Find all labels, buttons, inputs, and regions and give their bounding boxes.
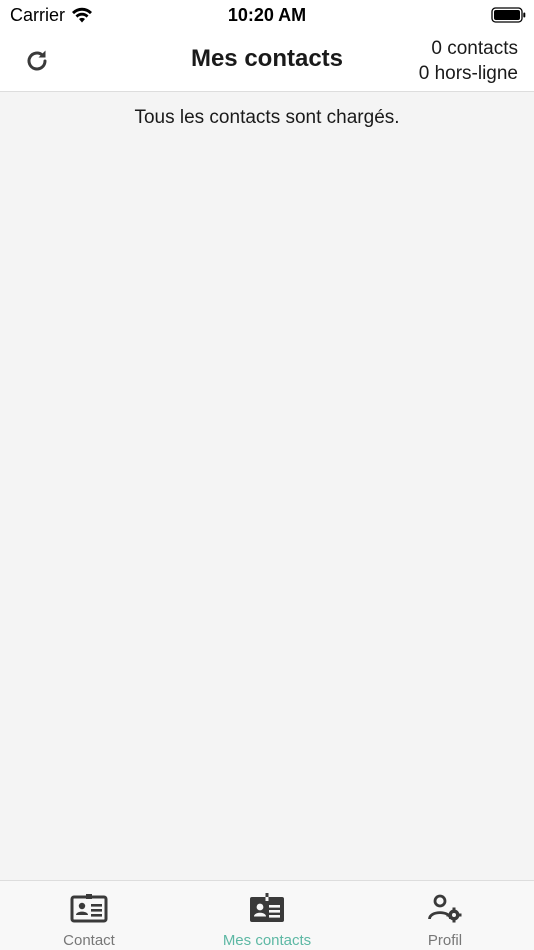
status-time: 10:20 AM (227, 5, 307, 25)
tab-contact[interactable]: Contact (0, 881, 178, 950)
contacts-list-area[interactable]: Tous les contacts sont chargés. (0, 93, 534, 880)
tab-label: Profil (427, 932, 463, 949)
offline-count: 0 hors-ligne (418, 63, 518, 84)
tab-label: Contact (63, 932, 115, 949)
contact-badge-icon (250, 893, 284, 922)
navigation-header: Mes contacts 0 contacts 0 hors-ligne (0, 32, 534, 92)
contacts-count: 0 contacts (431, 38, 518, 59)
tab-label: Mes contacts (222, 932, 312, 949)
contact-card-icon (70, 894, 108, 923)
contact-counts: 0 contacts 0 hors-ligne (419, 36, 518, 86)
tab-profil[interactable]: Profil (356, 881, 534, 950)
status-message: Tous les contacts sont chargés. (134, 107, 400, 128)
user-settings-icon (428, 894, 462, 923)
status-bar: Carrier 10:20 AM (0, 0, 534, 32)
battery-icon (491, 7, 526, 23)
tab-mes-contacts[interactable]: Mes contacts (178, 881, 356, 950)
tab-bar: Contact Mes contacts Profil (0, 880, 534, 950)
screen: Carrier 10:20 AM Mes contacts 0 contacts… (0, 0, 534, 950)
